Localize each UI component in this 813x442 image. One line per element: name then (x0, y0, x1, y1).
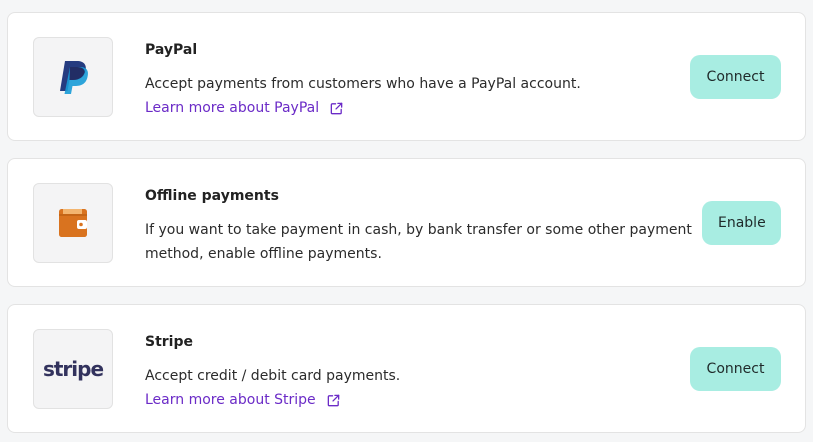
stripe-content: Stripe Accept credit / debit card paymen… (145, 332, 695, 412)
offline-payments-card: Offline payments If you want to take pay… (7, 158, 806, 287)
paypal-content: PayPal Accept payments from customers wh… (145, 40, 695, 120)
offline-payments-enable-button[interactable]: Enable (702, 201, 781, 245)
paypal-title: PayPal (145, 42, 198, 58)
paypal-card: PayPal Accept payments from customers wh… (7, 12, 806, 141)
stripe-card: stripe Stripe Accept credit / debit card… (7, 304, 806, 433)
wallet-icon (59, 209, 87, 237)
external-link-icon (330, 102, 343, 114)
paypal-learn-more-link[interactable]: Learn more about PayPal (145, 96, 344, 120)
offline-payments-title: Offline payments (145, 188, 279, 204)
stripe-logo: stripe (42, 357, 104, 381)
stripe-description: Accept credit / debit card payments. (145, 368, 401, 384)
offline-payments-content: Offline payments If you want to take pay… (145, 186, 695, 266)
offline-payments-description: If you want to take payment in cash, by … (145, 222, 692, 262)
offline-payments-logo-box (33, 183, 113, 263)
paypal-connect-button[interactable]: Connect (690, 55, 781, 99)
stripe-title: Stripe (145, 334, 193, 350)
stripe-learn-more-label: Learn more about Stripe (145, 392, 316, 408)
paypal-learn-more-label: Learn more about PayPal (145, 100, 320, 116)
paypal-logo-icon (60, 61, 88, 94)
payment-providers-list: PayPal Accept payments from customers wh… (0, 0, 813, 442)
paypal-logo-box (33, 37, 113, 117)
paypal-description: Accept payments from customers who have … (145, 76, 581, 92)
stripe-connect-button[interactable]: Connect (690, 347, 781, 391)
stripe-logo-box: stripe (33, 329, 113, 409)
external-link-icon (327, 394, 339, 406)
stripe-learn-more-link[interactable]: Learn more about Stripe (145, 388, 341, 412)
